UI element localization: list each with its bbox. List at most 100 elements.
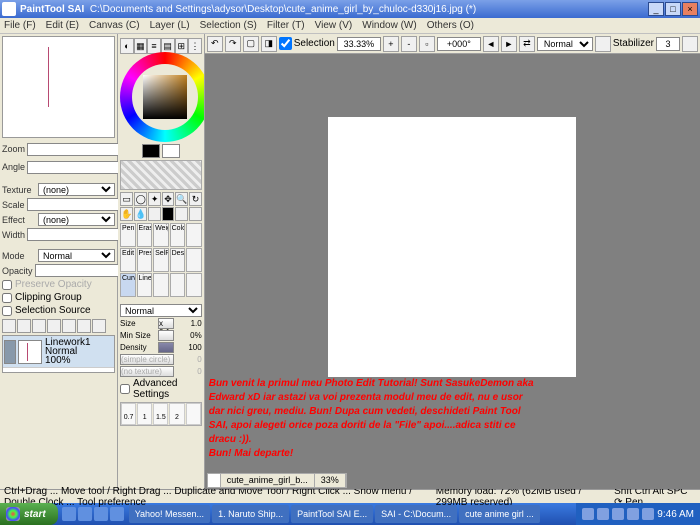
ct-redo-icon[interactable]: ↷: [225, 36, 241, 52]
swatch-palette[interactable]: [120, 160, 202, 190]
zoom-field[interactable]: [337, 37, 381, 51]
sel-rect-icon[interactable]: ▭: [120, 192, 133, 206]
tray-icon-3[interactable]: [612, 508, 624, 520]
task-naruto[interactable]: 1. Naruto Ship...: [212, 505, 289, 523]
zoom-icon[interactable]: 🔍: [175, 192, 188, 206]
ql-2[interactable]: [78, 507, 92, 521]
menu-edit[interactable]: Edit (E): [46, 20, 79, 31]
texture-brush-select[interactable]: (no texture): [120, 366, 174, 377]
layer-visibility-icon[interactable]: [4, 340, 16, 364]
color-wheel[interactable]: [120, 52, 205, 142]
ql-3[interactable]: [94, 507, 108, 521]
transfer-button[interactable]: [47, 319, 61, 333]
task-sai1[interactable]: PaintTool SAI E...: [291, 505, 373, 523]
selsrc-checkbox[interactable]: [2, 306, 12, 316]
size-x-slider[interactable]: x 0.1: [158, 318, 174, 329]
menu-others[interactable]: Others (O): [427, 20, 474, 31]
menu-view[interactable]: View (V): [315, 20, 353, 31]
tool-pressure[interactable]: Pressure: [137, 248, 153, 272]
clock[interactable]: 9:46 AM: [657, 509, 694, 520]
t6[interactable]: [189, 207, 201, 221]
document-tab[interactable]: cute_anime_girl_b...33%: [207, 473, 347, 488]
tool-e5[interactable]: [186, 273, 202, 297]
new-layer-button[interactable]: [2, 319, 16, 333]
flip-icon[interactable]: ⇄: [519, 36, 535, 52]
tool-e4[interactable]: [170, 273, 186, 297]
bs-07[interactable]: 0.7: [121, 403, 136, 425]
bs-15[interactable]: 1.5: [153, 403, 168, 425]
tool-e3[interactable]: [153, 273, 169, 297]
tool-weight[interactable]: Weight: [153, 223, 169, 247]
menu-window[interactable]: Window (W): [362, 20, 416, 31]
menu-layer[interactable]: Layer (L): [150, 20, 190, 31]
bs-2[interactable]: 2: [169, 403, 184, 425]
tool-edit[interactable]: Edit: [120, 248, 136, 272]
tool-color[interactable]: Color: [170, 223, 186, 247]
lasso-icon[interactable]: ◯: [134, 192, 147, 206]
tool-selpen[interactable]: SelPen: [153, 248, 169, 272]
zoom-fit-icon[interactable]: ▫: [419, 36, 435, 52]
tool-pen[interactable]: Pen: [120, 223, 136, 247]
layer-item[interactable]: Linework1Normal100%: [3, 336, 114, 368]
selection-checkbox[interactable]: [279, 37, 292, 50]
task-yahoo[interactable]: Yahoo! Messen...: [129, 505, 210, 523]
tray-icon-1[interactable]: [582, 508, 594, 520]
tool-e1[interactable]: [186, 223, 202, 247]
circle-select[interactable]: (simple circle): [120, 354, 174, 365]
texture-select[interactable]: (none): [38, 183, 115, 196]
tray-icon-4[interactable]: [627, 508, 639, 520]
ct-undo-icon[interactable]: ↶: [207, 36, 223, 52]
ct-inv-icon[interactable]: ◨: [261, 36, 277, 52]
hand-icon[interactable]: ✋: [120, 207, 133, 221]
ct-x2[interactable]: [682, 36, 698, 52]
wand-icon[interactable]: ✦: [148, 192, 160, 206]
blend-select[interactable]: Normal: [537, 37, 593, 51]
tool-line[interactable]: Line: [137, 273, 153, 297]
bs-e[interactable]: [186, 403, 201, 425]
menu-filter[interactable]: Filter (T): [267, 20, 305, 31]
task-sai2[interactable]: SAI - C:\Docum...: [375, 505, 457, 523]
menu-file[interactable]: File (F): [4, 20, 36, 31]
menu-canvas[interactable]: Canvas (C): [89, 20, 140, 31]
ql-4[interactable]: [110, 507, 124, 521]
task-img[interactable]: cute anime girl ...: [459, 505, 540, 523]
bs-1[interactable]: 1: [137, 403, 152, 425]
rot-l-icon[interactable]: ◄: [483, 36, 499, 52]
density-slider[interactable]: [158, 342, 174, 353]
ct-x1[interactable]: [595, 36, 611, 52]
delete-button[interactable]: [92, 319, 106, 333]
primary-color-swatch[interactable]: [142, 144, 160, 158]
close-button[interactable]: ×: [682, 2, 698, 16]
tray-icon-2[interactable]: [597, 508, 609, 520]
picker-icon[interactable]: 💧: [134, 207, 147, 221]
effect-select[interactable]: (none): [38, 213, 115, 226]
minimize-button[interactable]: _: [648, 2, 664, 16]
brush-mode-select[interactable]: Normal: [120, 304, 202, 317]
clipping-checkbox[interactable]: [2, 293, 12, 303]
new-folder-button[interactable]: [32, 319, 46, 333]
clear-button[interactable]: [77, 319, 91, 333]
ct-desel-icon[interactable]: ▢: [243, 36, 259, 52]
new-linework-button[interactable]: [17, 319, 31, 333]
move-icon[interactable]: ✥: [162, 192, 174, 206]
tool-e2[interactable]: [186, 248, 202, 272]
rotate-icon[interactable]: ↻: [189, 192, 201, 206]
tool-deselect[interactable]: Deselect: [170, 248, 186, 272]
start-button[interactable]: start: [0, 503, 58, 525]
fg-black-icon[interactable]: [162, 207, 174, 221]
mode-select[interactable]: Normal: [38, 249, 115, 262]
adv-checkbox[interactable]: [120, 384, 130, 394]
navigator-preview[interactable]: [2, 36, 115, 138]
stabilizer-field[interactable]: [656, 37, 680, 51]
t5[interactable]: [175, 207, 188, 221]
secondary-color-swatch[interactable]: [162, 144, 180, 158]
tool-eraser[interactable]: Eraser: [137, 223, 153, 247]
canvas-paper[interactable]: [328, 117, 576, 377]
canvas-view[interactable]: Bun venit la primul meu Photo Edit Tutor…: [205, 54, 700, 489]
tool-curve[interactable]: Curve: [120, 273, 136, 297]
tray-icon-5[interactable]: [642, 508, 654, 520]
minsize-slider[interactable]: [158, 330, 174, 341]
zoom-minus-icon[interactable]: -: [401, 36, 417, 52]
preserve-checkbox[interactable]: [2, 280, 12, 290]
merge-button[interactable]: [62, 319, 76, 333]
